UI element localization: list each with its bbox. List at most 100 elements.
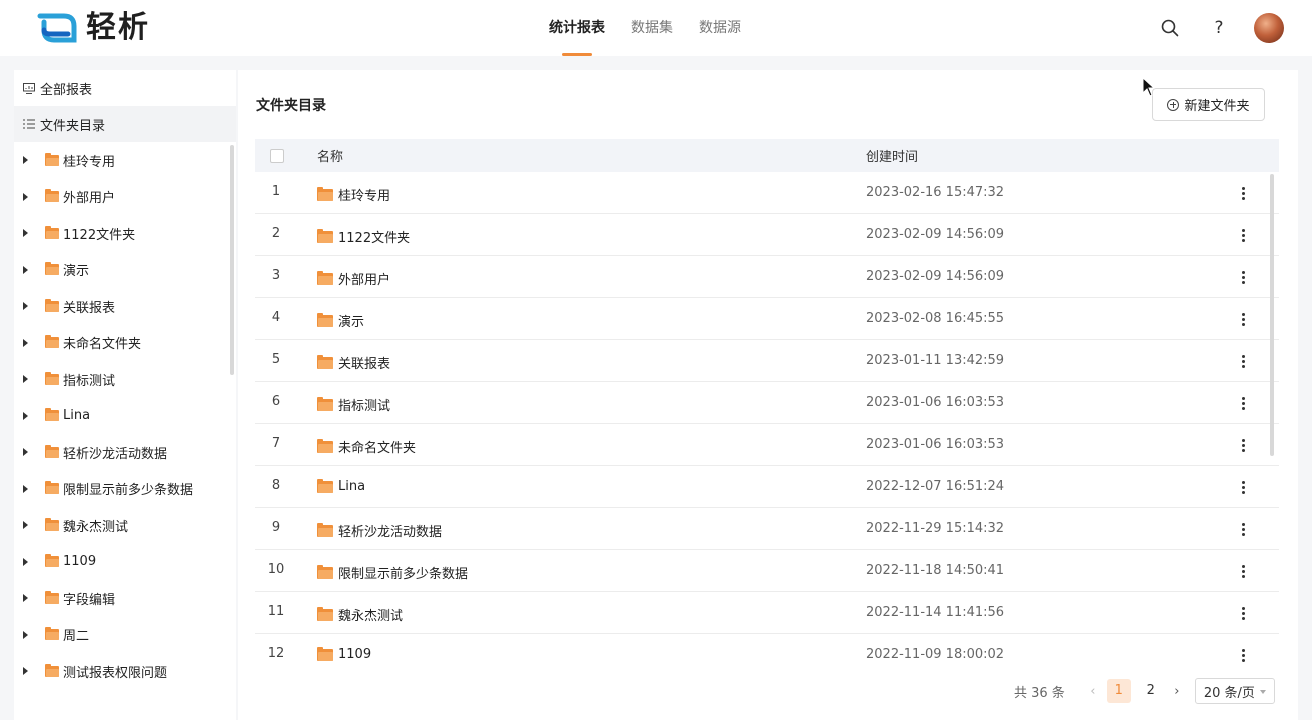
sidebar-folder-item[interactable]: 轻析沙龙活动数据 [14, 434, 236, 471]
caret-right-icon[interactable] [23, 594, 28, 603]
caret-right-icon[interactable] [23, 229, 28, 238]
top-header: 轻析 统计报表 数据集 数据源 ? [0, 0, 1312, 56]
more-options-icon[interactable] [1233, 182, 1253, 204]
folder-name-link[interactable]: Lina [317, 478, 365, 494]
caret-right-icon[interactable] [23, 448, 28, 457]
table-row[interactable]: 2 1122文件夹 2023-02-09 14:56:09 [255, 214, 1279, 256]
tab-datasets[interactable]: 数据集 [631, 0, 673, 56]
folder-name-link[interactable]: 1109 [317, 646, 371, 662]
created-time: 2023-02-09 14:56:09 [866, 269, 1005, 284]
select-all-checkbox[interactable] [270, 148, 284, 163]
row-index: 7 [271, 436, 281, 451]
sidebar-scrollbar[interactable] [230, 145, 234, 375]
sidebar: 全部报表 文件夹目录 桂玲专用 外部用户 1122文件夹 演示 关联报表 未命名文件夹 指标… [14, 70, 236, 720]
plus-circle-icon [1167, 98, 1180, 111]
caret-right-icon[interactable] [23, 484, 28, 493]
next-page-icon[interactable]: › [1167, 684, 1187, 699]
sidebar-folder-directory[interactable]: 文件夹目录 [14, 106, 236, 142]
sidebar-folder-label: 轻析沙龙活动数据 [63, 446, 168, 462]
tab-statistics-reports[interactable]: 统计报表 [549, 0, 605, 56]
folder-icon [317, 606, 333, 621]
folder-name-link[interactable]: 外部用户 [317, 269, 390, 288]
caret-right-icon[interactable] [23, 557, 28, 566]
sidebar-folder-item[interactable]: 外部用户 [14, 179, 236, 216]
more-options-icon[interactable] [1233, 392, 1253, 414]
folder-name-link[interactable]: 指标测试 [317, 395, 390, 414]
folder-name-link[interactable]: 演示 [317, 311, 364, 330]
tab-datasources[interactable]: 数据源 [699, 0, 741, 56]
help-icon[interactable]: ? [1207, 16, 1231, 40]
sidebar-folder-item[interactable]: 关联报表 [14, 288, 236, 325]
caret-right-icon[interactable] [23, 667, 28, 676]
sidebar-folder-item[interactable]: 未命名文件夹 [14, 325, 236, 362]
sidebar-folder-label: 1109 [63, 554, 97, 570]
table-row[interactable]: 3 外部用户 2023-02-09 14:56:09 [255, 256, 1279, 298]
table-row[interactable]: 8 Lina 2022-12-07 16:51:24 [255, 466, 1279, 508]
folder-name-link[interactable]: 关联报表 [317, 353, 390, 372]
page-size-select[interactable]: 20 条/页 [1194, 678, 1275, 704]
sidebar-folder-item[interactable]: 演示 [14, 252, 236, 289]
caret-right-icon[interactable] [23, 411, 28, 420]
sidebar-all-reports[interactable]: 全部报表 [14, 70, 236, 106]
search-icon[interactable] [1158, 16, 1182, 40]
caret-right-icon[interactable] [23, 630, 28, 639]
more-options-icon[interactable] [1233, 560, 1253, 582]
new-folder-button[interactable]: 新建文件夹 [1152, 88, 1265, 121]
more-options-icon[interactable] [1233, 602, 1253, 624]
prev-page-icon[interactable]: ‹ [1083, 684, 1103, 699]
sidebar-folder-item[interactable]: Lina [14, 398, 236, 435]
caret-right-icon[interactable] [23, 375, 28, 384]
caret-right-icon[interactable] [23, 265, 28, 274]
more-options-icon[interactable] [1233, 644, 1253, 663]
sidebar-folder-item[interactable]: 指标测试 [14, 361, 236, 398]
avatar[interactable] [1254, 13, 1284, 43]
sidebar-folder-item[interactable]: 周二 [14, 617, 236, 654]
more-options-icon[interactable] [1233, 224, 1253, 246]
row-index: 11 [267, 604, 285, 619]
folder-name-link[interactable]: 魏永杰测试 [317, 605, 403, 624]
table-row[interactable]: 12 1109 2022-11-09 18:00:02 [255, 634, 1279, 663]
more-options-icon[interactable] [1233, 476, 1253, 498]
sidebar-folder-item[interactable]: 魏永杰测试 [14, 507, 236, 544]
sidebar-folder-item[interactable]: 1109 [14, 544, 236, 581]
more-options-icon[interactable] [1233, 518, 1253, 540]
table-row[interactable]: 9 轻析沙龙活动数据 2022-11-29 15:14:32 [255, 508, 1279, 550]
folder-icon [45, 335, 59, 349]
sidebar-folder-item[interactable]: 1122文件夹 [14, 215, 236, 252]
sidebar-folder-item[interactable]: 限制显示前多少条数据 [14, 471, 236, 508]
sidebar-folder-item[interactable]: 桂玲专用 [14, 142, 236, 179]
table-row[interactable]: 11 魏永杰测试 2022-11-14 11:41:56 [255, 592, 1279, 634]
folder-name-link[interactable]: 未命名文件夹 [317, 437, 416, 456]
caret-right-icon[interactable] [23, 302, 28, 311]
caret-right-icon[interactable] [23, 521, 28, 530]
table-row[interactable]: 10 限制显示前多少条数据 2022-11-18 14:50:41 [255, 550, 1279, 592]
folder-name-link[interactable]: 1122文件夹 [317, 227, 410, 246]
table-row[interactable]: 6 指标测试 2023-01-06 16:03:53 [255, 382, 1279, 424]
folder-name-link[interactable]: 轻析沙龙活动数据 [317, 521, 442, 540]
caret-right-icon[interactable] [23, 156, 28, 165]
folder-icon [317, 522, 333, 537]
folder-name: 指标测试 [338, 399, 391, 414]
brand-name: 轻析 [86, 10, 150, 45]
folder-name-link[interactable]: 桂玲专用 [317, 185, 390, 204]
folder-icon [317, 186, 333, 201]
caret-right-icon[interactable] [23, 338, 28, 347]
more-options-icon[interactable] [1233, 434, 1253, 456]
mouse-cursor-icon [1142, 77, 1156, 97]
page-2[interactable]: 2 [1139, 679, 1163, 703]
folder-name-link[interactable]: 限制显示前多少条数据 [317, 563, 468, 582]
table-row[interactable]: 1 桂玲专用 2023-02-16 15:47:32 [255, 172, 1279, 214]
more-options-icon[interactable] [1233, 350, 1253, 372]
table-row[interactable]: 5 关联报表 2023-01-11 13:42:59 [255, 340, 1279, 382]
app-logo[interactable]: 轻析 [36, 12, 150, 44]
table-scrollbar[interactable] [1270, 174, 1274, 456]
caret-right-icon[interactable] [23, 192, 28, 201]
table-row[interactable]: 4 演示 2023-02-08 16:45:55 [255, 298, 1279, 340]
table-row[interactable]: 7 未命名文件夹 2023-01-06 16:03:53 [255, 424, 1279, 466]
sidebar-folder-item[interactable]: 测试报表权限问题 [14, 653, 236, 690]
more-options-icon[interactable] [1233, 266, 1253, 288]
more-options-icon[interactable] [1233, 308, 1253, 330]
page-1[interactable]: 1 [1106, 679, 1131, 703]
sidebar-folder-item[interactable]: 字段编辑 [14, 580, 236, 617]
created-time: 2023-02-08 16:45:55 [866, 311, 1005, 326]
